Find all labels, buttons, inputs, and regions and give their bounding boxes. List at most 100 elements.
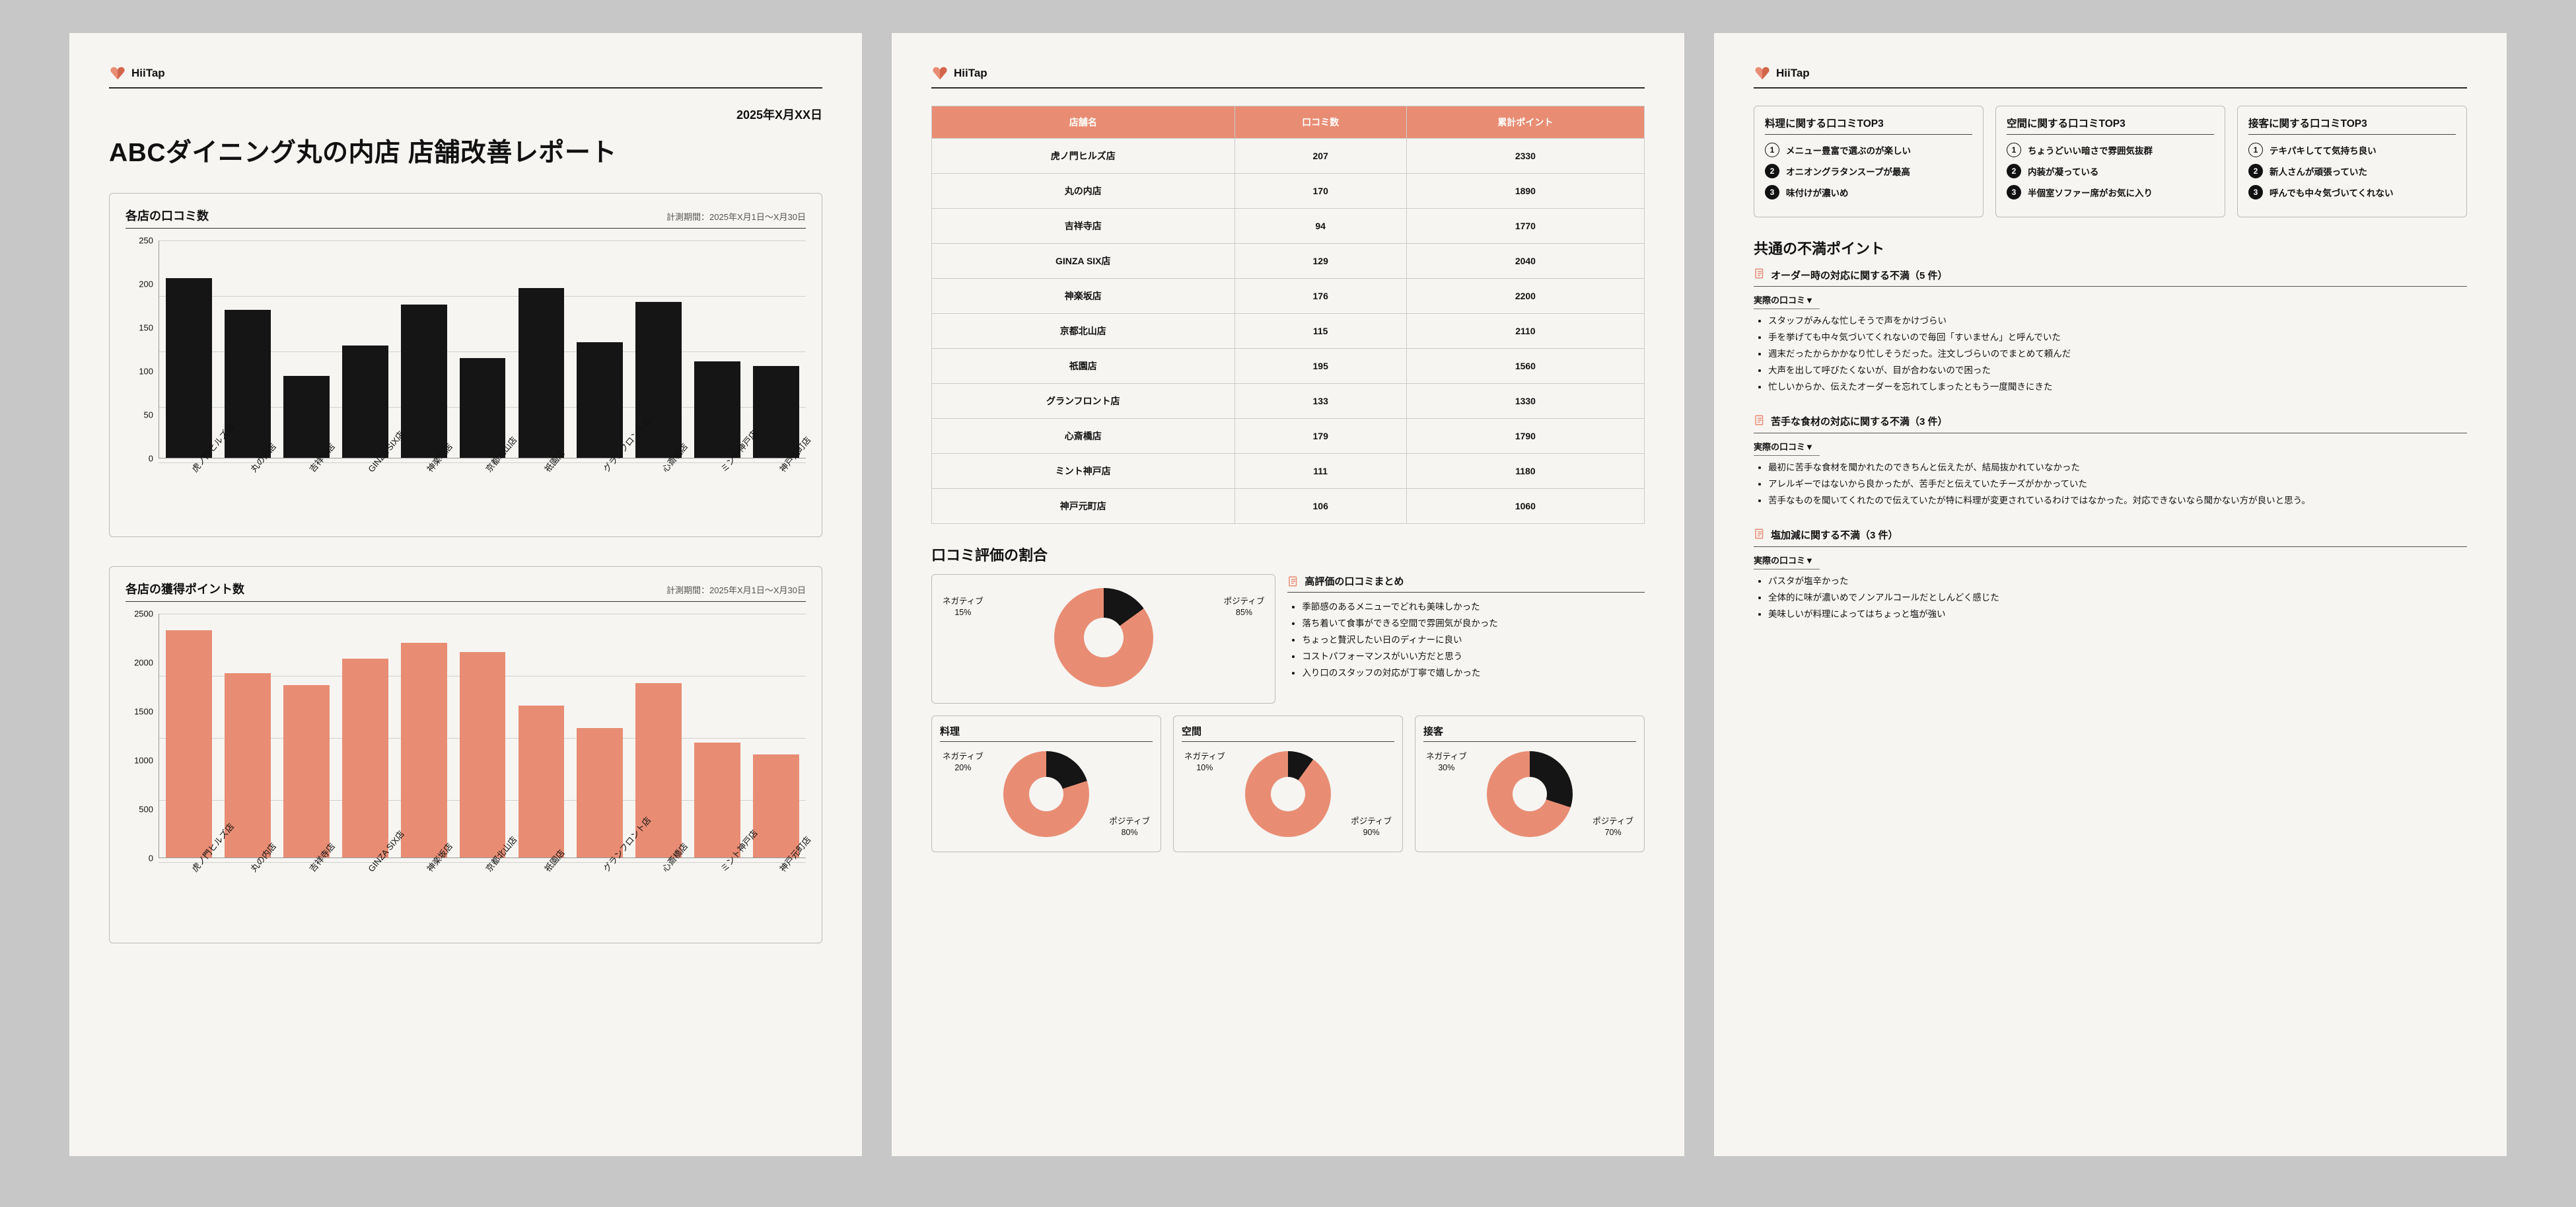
y-tick: 150 [125,323,153,333]
bar-chart-points: 05001000150020002500虎ノ門ヒルズ店丸の内店吉祥寺店GINZA… [125,614,806,924]
mini-card-title: 空間 [1182,724,1394,742]
y-tick: 0 [125,454,153,464]
y-tick: 200 [125,279,153,289]
space-pos-label: ポジティブ90% [1351,816,1392,838]
ratio-heading: 口コミ評価の割合 [931,544,1645,565]
list-item: スタッフがみんな忙しそうで声をかけづらい [1768,313,2467,330]
top3-card-space: 空間に関する口コミTOP31ちょうどいい暗さで雰囲気抜群2内装が凝っている3半個… [1995,106,2225,217]
brand-name: HiiTap [954,67,987,80]
list-item: 入り口のスタッフの対応が丁寧で嬉しかった [1302,665,1645,682]
y-tick: 2500 [125,609,153,619]
bar [225,310,271,458]
donut-chart-overall [1054,588,1153,687]
y-tick: 50 [125,410,153,420]
complaint-block: オーダー時の対応に関する不満（5 件） 実際の口コミ▼ スタッフがみんな忙しそうで声… [1754,268,2467,396]
document-icon [1287,575,1299,587]
rank-item: 2内装が凝っている [2007,164,2214,178]
brand-heart-icon [109,66,126,81]
top3-card-food: 料理に関する口コミTOP31メニュー豊富で選ぶのが楽しい2オニオングラタンスープ… [1754,106,1984,217]
bar [283,685,330,858]
bar [401,305,447,458]
mini-card-title: 接客 [1423,724,1636,742]
list-item: 苦手なものを聞いてくれたので伝えていたが特に料理が変更されているわけではなかった… [1768,493,2467,509]
bar [460,652,506,858]
top3-title: 接客に関する口コミTOP3 [2248,116,2456,135]
rank-item: 1テキパキしてて気持ち良い [2248,143,2456,157]
actual-review-label: 実際の口コミ▼ [1754,293,1820,309]
rank-badge-icon: 1 [2248,143,2263,157]
donut-chart-service [1487,751,1573,837]
table-row: GINZA SIX店1292040 [932,244,1645,279]
bar [401,643,447,858]
chart-card-points: 各店の獲得ポイント数 計測期間：2025年X月1日〜X月30日 05001000… [109,566,822,943]
overall-donut-card: ネガティブ15% ポジティブ85% [931,574,1275,704]
rank-item: 3味付けが濃いめ [1765,185,1972,200]
bar [753,754,799,858]
summary-bullet-list: 季節感のあるメニューでどれも美味しかった落ち着いて食事ができる空間で雰囲気が良か… [1287,599,1645,682]
chart-title: 各店の口コミ数 [125,207,209,224]
table-row: 虎ノ門ヒルズ店2072330 [932,139,1645,174]
table-header: 口コミ数 [1234,106,1406,139]
list-item: パスタが塩辛かった [1768,573,2467,590]
list-item: 落ち着いて食事ができる空間で雰囲気が良かった [1302,616,1645,632]
rank-badge-icon: 2 [2248,164,2263,178]
y-tick: 500 [125,805,153,815]
complaint-list: パスタが塩辛かった全体的に味が濃いめでノンアルコールだとしんどく感じた美味しいが… [1754,573,2467,623]
bar [519,288,565,458]
rank-item: 1ちょうどいい暗さで雰囲気抜群 [2007,143,2214,157]
service-neg-label: ネガティブ30% [1426,751,1467,774]
complaints-container: オーダー時の対応に関する不満（5 件） 実際の口コミ▼ スタッフがみんな忙しそうで声… [1754,268,2467,623]
rank-badge-icon: 3 [1765,185,1779,200]
complaint-title: オーダー時の対応に関する不満（5 件） [1754,268,2467,287]
table-row: 神戸元町店1061060 [932,489,1645,524]
y-tick: 1500 [125,707,153,717]
bar [577,728,623,858]
overall-neg-label: ネガティブ15% [943,596,984,618]
rank-item: 3半個室ソファー席がお気に入り [2007,185,2214,200]
list-item: 週末だったからかかなり忙しそうだった。注文しづらいのでまとめて頼んだ [1768,346,2467,363]
service-pos-label: ポジティブ70% [1592,816,1633,838]
complaint-block: 苦手な食材の対応に関する不満（3 件）実際の口コミ▼最初に苦手な食材を聞かれたの… [1754,414,2467,509]
rank-badge-icon: 1 [2007,143,2021,157]
bar [753,366,799,458]
chart-period: 計測期間：2025年X月1日〜X月30日 [666,210,806,223]
document-icon [1754,414,1766,429]
actual-review-label: 実際の口コミ▼ [1754,554,1820,569]
table-row: 心斎橋店1791790 [932,419,1645,454]
bar [342,659,388,858]
bar [694,361,740,458]
document-icon [1754,528,1766,542]
list-item: 全体的に味が濃いめでノンアルコールだとしんどく感じた [1768,590,2467,606]
header: HiiTap [931,66,1645,89]
page-3: HiiTap 料理に関する口コミTOP31メニュー豊富で選ぶのが楽しい2オニオン… [1714,33,2507,1156]
table-row: 祇園店1951560 [932,349,1645,384]
table-row: グランフロント店1331330 [932,384,1645,419]
food-neg-label: ネガティブ20% [943,751,984,774]
food-pos-label: ポジティブ80% [1109,816,1150,838]
bar-chart-reviews: 050100150200250虎ノ門ヒルズ店丸の内店吉祥寺店GINZA SIX店… [125,240,806,518]
donut-chart-food [1003,751,1089,837]
header: HiiTap [109,66,822,89]
complaint-list: スタッフがみんな忙しそうで声をかけづらい手を挙げても中々気づいてくれないので毎回… [1754,313,2467,396]
table-row: ミント神戸店1111180 [932,454,1645,489]
list-item: 忙しいからか、伝えたオーダーを忘れてしまったともう一度聞きにきた [1768,379,2467,396]
table-row: 吉祥寺店941770 [932,209,1645,244]
list-item: コストパフォーマンスがいい方だと思う [1302,649,1645,665]
space-neg-label: ネガティブ10% [1184,751,1225,774]
table-row: 京都北山店1152110 [932,314,1645,349]
bar [577,342,623,458]
mini-card-title: 料理 [940,724,1153,742]
document-date: 2025年X月XX日 [109,106,822,123]
top3-card-service: 接客に関する口コミTOP31テキパキしてて気持ち良い2新人さんが頑張っていた3呼… [2237,106,2467,217]
complaint-title: 塩加減に関する不満（3 件） [1754,528,2467,547]
complaint-title: 苦手な食材の対応に関する不満（3 件） [1754,414,2467,433]
list-item: 季節感のあるメニューでどれも美味しかった [1302,599,1645,616]
brand-heart-icon [931,66,948,81]
y-tick: 2000 [125,658,153,668]
rank-badge-icon: 3 [2248,185,2263,200]
top3-title: 料理に関する口コミTOP3 [1765,116,1972,135]
list-item: 大声を出して呼びたくないが、目が合わないので困った [1768,363,2467,379]
y-tick: 100 [125,367,153,377]
list-item: 最初に苦手な食材を聞かれたのできちんと伝えたが、結局抜かれていなかった [1768,460,2467,476]
rank-item: 2オニオングラタンスープが最高 [1765,164,1972,178]
